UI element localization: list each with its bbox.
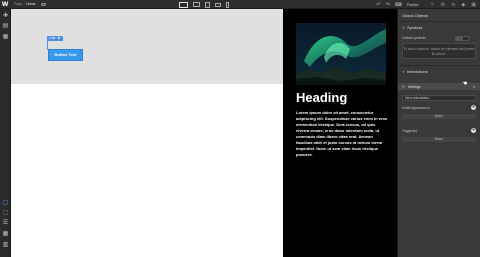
initial-appearance-none[interactable]: None [402,114,476,119]
add-trigger-plus-icon[interactable]: + [471,128,476,133]
phone-landscape-icon[interactable] [215,2,221,7]
interactions-icon[interactable]: ◆ [461,2,465,8]
aurora-image[interactable] [296,23,386,85]
grid-icon[interactable]: ▦ [2,230,9,237]
new-interaction-field[interactable]: New Interaction [402,95,476,101]
panel-title: Global Objects [402,13,429,18]
triggers-none[interactable]: None [402,137,476,142]
paragraph-text[interactable]: Lorem ipsum dolor sit amet, consectetur … [296,110,389,158]
dark-content-column[interactable]: Heading Lorem ipsum dolor sit amet, cons… [283,9,397,257]
top-bar-right: ↶ ↷ ⌨ Publish ✎ ⚙ ≡ ◆ ▣ [371,0,480,9]
top-bar: W Page: Home ↶ ↷ ⌨ Publish ✎ ⚙ ≡ ◆ ▣ [0,0,480,9]
heading-text[interactable]: Heading [296,90,347,105]
page-selector[interactable]: Home [26,2,35,6]
interactions-section-header[interactable]: ▼ Interactions [402,69,428,74]
help-icon[interactable]: ▥ [2,241,9,248]
add-appearance-plus-icon[interactable]: + [471,105,476,110]
device-switcher [179,0,229,9]
symbols-hint: To add a symbol, select an element and p… [402,43,476,59]
triggers-label: Trigger(s) [402,129,418,133]
settings-label: Settings [408,84,421,89]
left-toolbar: ✚ ▤ ▦ ▢ ⬚ ☰ ▦ ▥ [0,9,11,257]
preview-eye-icon[interactable] [40,2,46,6]
panel-tabs: ✎ ⚙ ≡ ◆ ▣ [425,2,476,8]
close-icon[interactable]: × [473,85,475,89]
redo-icon[interactable]: ↷ [386,2,390,8]
cms-icon[interactable]: ▦ [2,33,9,40]
select-icon[interactable]: ⬚ [2,209,9,216]
navigator-icon[interactable]: ≡ [451,2,455,8]
page-label: Page: [14,2,24,6]
collapse-triangle-icon: ▼ [402,26,405,30]
settings-gear-icon[interactable]: ⚙ [441,2,445,8]
style-brush-icon[interactable]: ✎ [431,2,435,8]
navigator-tree-icon[interactable]: ☰ [2,219,9,226]
comments-icon[interactable]: ▢ [2,199,9,206]
element-settings-gear-icon[interactable]: ⚙ [57,36,60,41]
design-canvas[interactable]: Link ⚙ Button Text [11,9,283,257]
tablet-landscape-icon[interactable] [193,2,200,7]
code-icon[interactable]: ⌨ [395,2,402,8]
mouse-pointer-icon: ☚ [462,80,468,87]
assets-icon[interactable]: ▣ [471,2,476,8]
interactions-label: Interactions [406,69,428,74]
settings-row[interactable]: ✎ Settings × [398,83,480,90]
tablet-view-icon[interactable] [205,1,210,8]
divider [398,21,480,22]
publish-button[interactable]: Publish [407,3,418,7]
canvas-button[interactable]: Button Text [48,49,83,61]
global-symbols-toggle[interactable] [455,36,469,41]
selection-outline [47,41,53,50]
webflow-logo[interactable]: W [0,0,10,9]
pages-icon[interactable]: ▤ [2,22,9,29]
symbols-section-header[interactable]: ▼ Symbols [402,25,422,30]
designer-app: W Page: Home ↶ ↷ ⌨ Publish ✎ ⚙ ≡ ◆ ▣ ✚ ▤… [0,0,480,257]
initial-appearance-label: Initial Appearance [402,106,430,110]
symbols-label: Symbols [406,25,423,30]
settings-brush-icon: ✎ [402,84,405,89]
divider [398,65,480,66]
desktop-view-icon[interactable] [179,1,188,8]
collapse-triangle-icon: ▼ [402,70,405,74]
global-symbols-label: Global symbols [402,36,426,40]
phone-view-icon[interactable] [226,1,229,8]
right-panel: Global Objects ▼ Symbols Global symbols T… [397,9,480,257]
undo-icon[interactable]: ↶ [376,2,380,8]
add-element-icon[interactable]: ✚ [2,12,9,19]
